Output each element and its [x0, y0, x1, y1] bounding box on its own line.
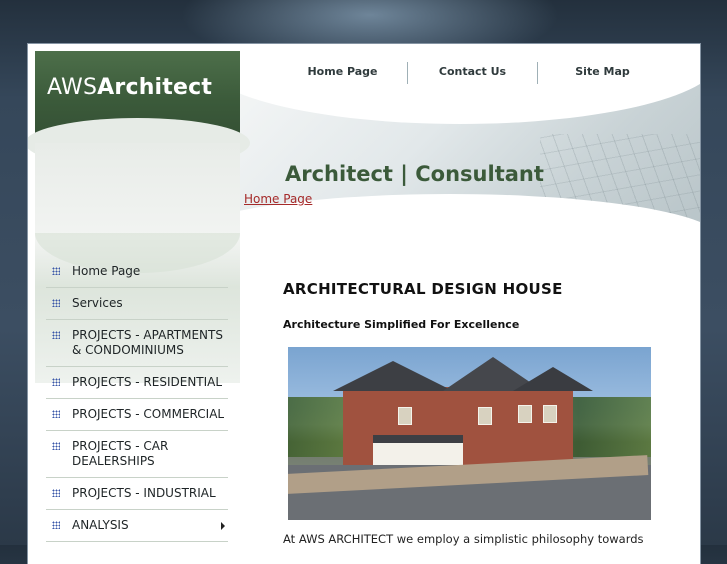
breadcrumb-home[interactable]: Home Page [244, 192, 312, 206]
logo-prefix: AWS [47, 75, 98, 100]
page-subtitle: Architecture Simplified For Excellence [283, 318, 520, 331]
sidebar-item-industrial[interactable]: PROJECTS - INDUSTRIAL [46, 478, 228, 510]
page-container: AWSArchitect Home Page Contact Us Site M… [28, 44, 700, 564]
site-tagline: Architect | Consultant [285, 162, 544, 186]
sidebar-item-label: PROJECTS - CAR DEALERSHIPS [72, 439, 169, 468]
sidebar-item-label: Home Page [72, 264, 141, 278]
sidebar-item-label: PROJECTS - RESIDENTIAL [72, 375, 223, 389]
submenu-arrow-icon [221, 522, 225, 530]
sidebar-item-residential[interactable]: PROJECTS - RESIDENTIAL [46, 367, 228, 399]
map-graphic [540, 134, 700, 224]
nav-site-map[interactable]: Site Map [537, 62, 667, 84]
sidebar-item-label: PROJECTS - APARTMENTS & CONDOMINIUMS [72, 328, 223, 357]
logo-name: Architect [97, 75, 213, 100]
page-title: ARCHITECTURAL DESIGN HOUSE [283, 280, 563, 298]
nav-contact-us[interactable]: Contact Us [407, 62, 537, 84]
grid-bullet-icon [46, 442, 72, 450]
sidebar-item-label: Services [72, 296, 123, 310]
grid-bullet-icon [46, 299, 72, 307]
sidebar-item-commercial[interactable]: PROJECTS - COMMERCIAL [46, 399, 228, 431]
intro-paragraph: At AWS ARCHITECT we employ a simplistic … [283, 532, 644, 546]
sidebar-item-apartments[interactable]: PROJECTS - APARTMENTS & CONDOMINIUMS [46, 320, 228, 367]
sidebar-menu: Home Page Services PROJECTS - APARTMENTS… [46, 256, 228, 542]
grid-bullet-icon [46, 267, 72, 275]
sidebar-item-analysis[interactable]: ANALYSIS [46, 510, 228, 542]
grid-bullet-icon [46, 410, 72, 418]
top-navigation: Home Page Contact Us Site Map [278, 62, 667, 84]
sidebar-item-label: PROJECTS - INDUSTRIAL [72, 486, 216, 500]
sidebar-item-label: PROJECTS - COMMERCIAL [72, 407, 225, 421]
main-content: ARCHITECTURAL DESIGN HOUSE Architecture … [283, 280, 655, 546]
grid-bullet-icon [46, 378, 72, 386]
site-logo[interactable]: AWSArchitect [28, 51, 250, 168]
grid-bullet-icon [46, 331, 72, 339]
building-rendering-image [288, 347, 651, 520]
grid-bullet-icon [46, 489, 72, 497]
sidebar-item-car-dealerships[interactable]: PROJECTS - CAR DEALERSHIPS [46, 431, 228, 478]
sidebar-item-services[interactable]: Services [46, 288, 228, 320]
header-banner-map [180, 44, 700, 284]
sidebar-item-label: ANALYSIS [72, 518, 129, 532]
logo-text: AWSArchitect [47, 75, 212, 100]
sidebar-item-home-page[interactable]: Home Page [46, 256, 228, 288]
nav-home-page[interactable]: Home Page [278, 62, 407, 84]
grid-bullet-icon [46, 521, 72, 529]
